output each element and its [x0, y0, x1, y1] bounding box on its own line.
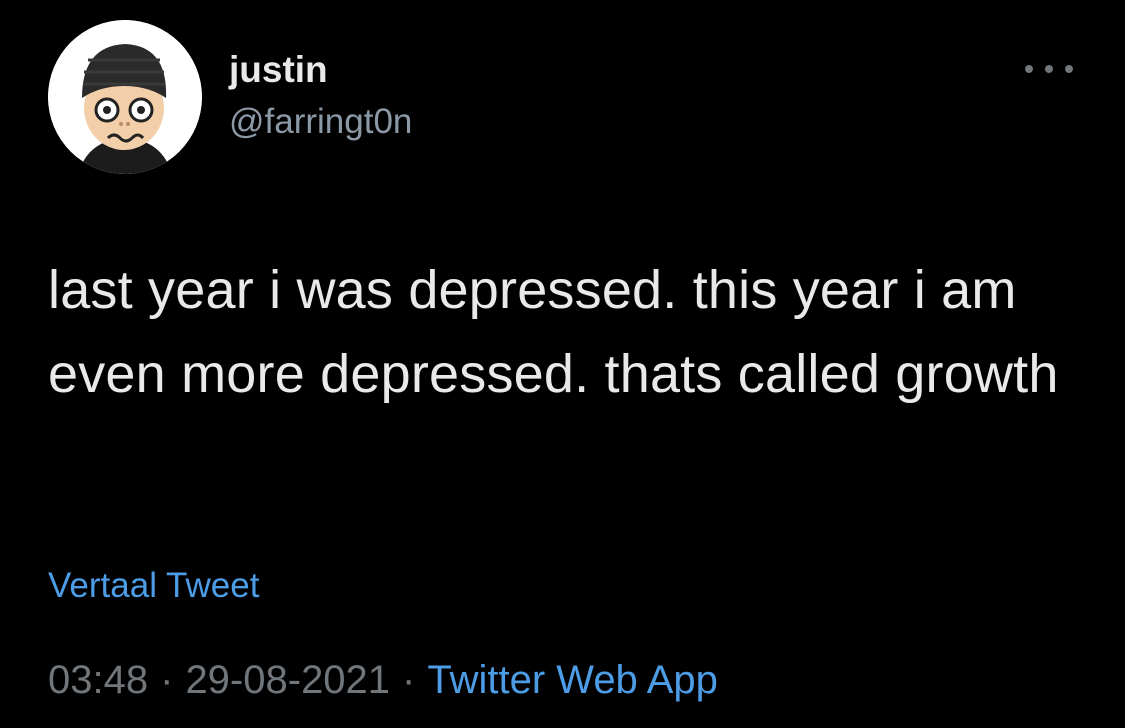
tweet-metadata: 03:48 · 29-08-2021 · Twitter Web App — [48, 652, 718, 708]
tweet-time[interactable]: 03:48 — [48, 658, 148, 702]
display-name[interactable]: justin — [229, 46, 412, 94]
more-dots-icon — [1025, 65, 1033, 73]
user-handle[interactable]: @farringt0n — [229, 98, 412, 146]
mii-avatar-icon — [48, 20, 202, 174]
separator: · — [160, 658, 174, 702]
more-dots-icon — [1065, 65, 1073, 73]
tweet-date[interactable]: 29-08-2021 — [185, 658, 390, 702]
avatar[interactable] — [48, 20, 202, 174]
more-options-button[interactable] — [1025, 56, 1073, 82]
tweet-text: last year i was depressed. this year i a… — [48, 260, 1059, 404]
tweet: justin @farringt0n last year i was depre… — [0, 0, 1125, 728]
more-dots-icon — [1045, 65, 1053, 73]
author-info: justin @farringt0n — [229, 46, 412, 146]
translate-tweet-link[interactable]: Vertaal Tweet — [48, 562, 259, 610]
separator: · — [402, 658, 416, 702]
tweet-source-link[interactable]: Twitter Web App — [427, 658, 718, 702]
